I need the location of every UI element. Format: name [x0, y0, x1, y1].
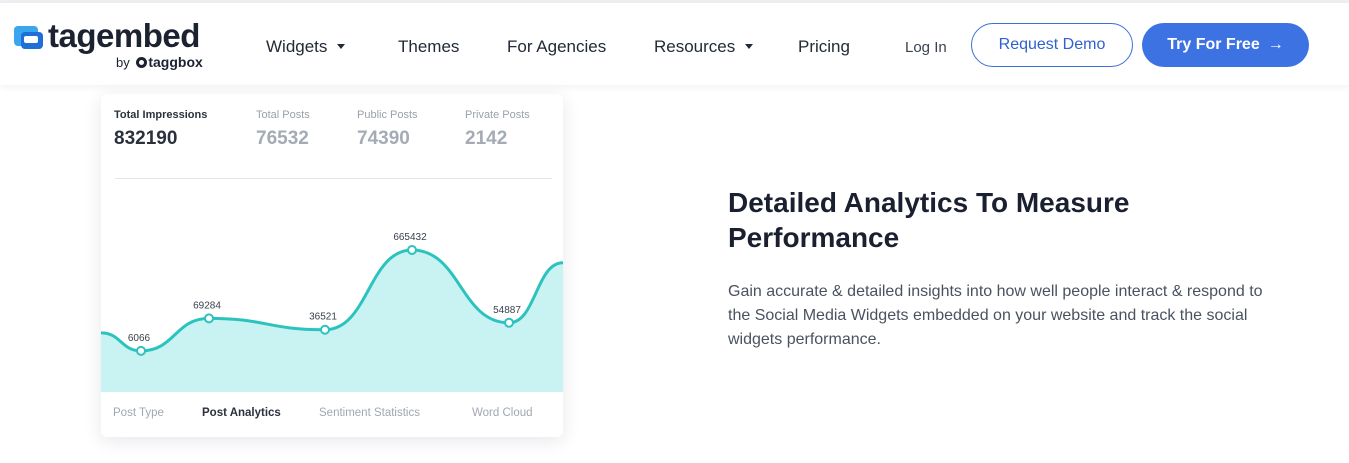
- logo-byline: by taggbox: [116, 54, 203, 71]
- stat-value: 2142: [465, 128, 508, 149]
- section-headline: Detailed Analytics To Measure Performanc…: [728, 187, 1130, 253]
- chart-point[interactable]: [136, 345, 146, 356]
- chart-point[interactable]: [204, 313, 214, 324]
- chart-data-label: 54887: [493, 305, 521, 316]
- nav-widgets[interactable]: Widgets: [266, 36, 346, 58]
- chart-data-label: 36521: [309, 312, 337, 323]
- stat-value: 832190: [114, 128, 178, 149]
- nav-themes-label: Themes: [398, 37, 460, 56]
- taggbox-icon: [136, 57, 148, 68]
- analytics-tabs: Post Type Post Analytics Sentiment Stati…: [101, 406, 563, 422]
- logo-wordmark: tagembed: [48, 17, 200, 54]
- stat-private-posts[interactable]: Private Posts 2142: [465, 108, 530, 151]
- nav-for-agencies-label: For Agencies: [507, 37, 607, 56]
- nav-for-agencies[interactable]: For Agencies: [507, 36, 606, 58]
- tab-sentiment-statistics[interactable]: Sentiment Statistics: [319, 406, 420, 420]
- tab-post-type[interactable]: Post Type: [113, 406, 164, 420]
- chevron-down-icon: [337, 44, 346, 49]
- chart-data-label: 69284: [193, 300, 221, 311]
- chart-data-label: 665432: [393, 232, 427, 243]
- stat-label: Total Impressions: [114, 109, 208, 121]
- stat-public-posts[interactable]: Public Posts 74390: [357, 108, 418, 151]
- analytics-card: Total Impressions 832190 Total Posts 765…: [101, 94, 563, 437]
- tab-post-analytics[interactable]: Post Analytics: [202, 406, 281, 420]
- stat-total-impressions[interactable]: Total Impressions 832190: [114, 108, 207, 151]
- login-link[interactable]: Log In: [905, 38, 947, 58]
- nav-resources-label: Resources: [654, 37, 736, 56]
- tab-word-cloud[interactable]: Word Cloud: [472, 406, 533, 420]
- nav-pricing[interactable]: Pricing: [798, 36, 850, 58]
- nav-resources[interactable]: Resources: [654, 36, 754, 58]
- tagembed-logo-icon: [14, 26, 43, 49]
- request-demo-button[interactable]: Request Demo: [971, 23, 1133, 67]
- stat-value: 76532: [256, 128, 309, 149]
- nav-pricing-label: Pricing: [798, 37, 850, 56]
- stat-label: Total Posts: [256, 109, 310, 121]
- chart-data-label: 6066: [128, 333, 151, 344]
- section-description: Gain accurate & detailed insights into h…: [728, 283, 1263, 348]
- try-for-free-label: Try For Free: [1167, 36, 1260, 53]
- post-analytics-chart: 6066 69284 36521 665432 54887: [101, 232, 563, 392]
- tagembed-logo[interactable]: tagembed by taggbox: [12, 17, 222, 73]
- chevron-down-icon: [745, 44, 754, 49]
- stat-total-posts[interactable]: Total Posts 76532: [256, 108, 310, 151]
- arrow-right-icon: →: [1267, 36, 1284, 53]
- stat-value: 74390: [357, 128, 410, 149]
- nav-themes[interactable]: Themes: [398, 36, 459, 58]
- site-header: tagembed by taggbox Widgets Themes For A…: [0, 3, 1349, 85]
- try-for-free-button[interactable]: Try For Free →: [1142, 23, 1309, 67]
- stats-divider: [115, 178, 552, 179]
- chart-point[interactable]: [320, 324, 330, 335]
- stat-label: Public Posts: [357, 109, 418, 121]
- chart-point[interactable]: [407, 245, 417, 255]
- stat-label: Private Posts: [465, 109, 530, 121]
- nav-widgets-label: Widgets: [266, 37, 328, 56]
- logo-by-brand: taggbox: [148, 54, 203, 70]
- request-demo-label: Request Demo: [998, 36, 1106, 53]
- logo-by-prefix: by: [116, 55, 130, 70]
- chart-point[interactable]: [504, 317, 514, 328]
